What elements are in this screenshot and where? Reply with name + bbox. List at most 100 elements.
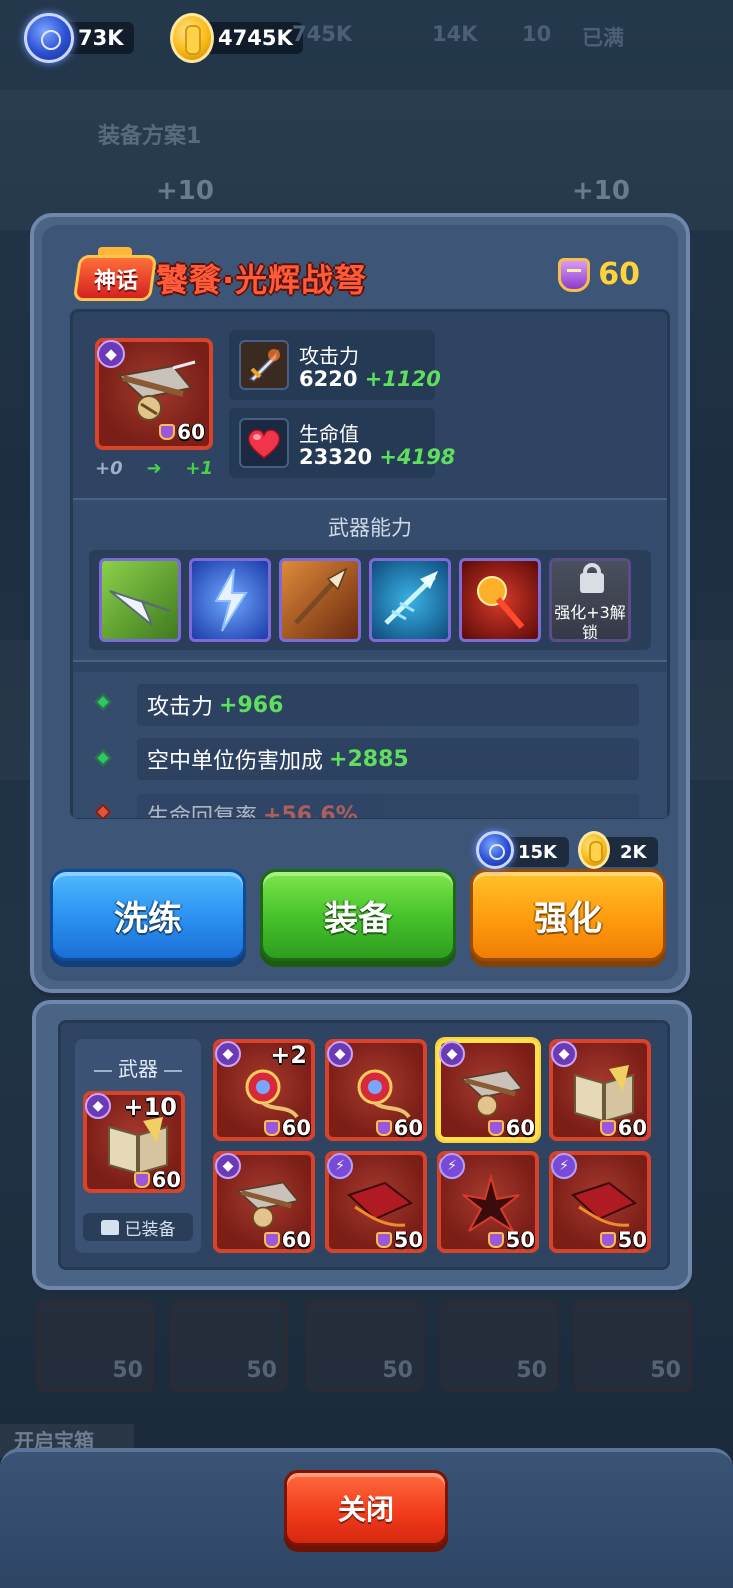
item-name: 饕餮·光辉战弩 xyxy=(156,261,368,299)
background-tile: 50 xyxy=(170,1300,288,1392)
bolt-icon: ⚡ xyxy=(439,1153,465,1179)
green-diamond-icon xyxy=(94,693,112,711)
mythic-demon-icon: ◆ xyxy=(85,1093,111,1119)
inventory-card[interactable]: ◆ +2 60 xyxy=(213,1039,315,1141)
ability-list: 强化+3解锁 xyxy=(89,550,651,650)
item-level: 60 xyxy=(558,257,640,292)
card-level: 60 xyxy=(263,1116,311,1140)
weapon-abilities-section: 武器能力 强化+3解锁 xyxy=(73,498,667,662)
background-currency: 10 xyxy=(522,22,552,46)
mini-crown-icon xyxy=(263,1120,280,1136)
background-currency: 745K xyxy=(292,22,353,46)
stat-health: 生命值 23320 +4198 xyxy=(229,408,455,478)
bolt-icon: ⚡ xyxy=(327,1153,353,1179)
rarity-badge: 神话 xyxy=(72,247,158,313)
equipped-slot-title: 武器 xyxy=(75,1053,201,1082)
gold-counter[interactable]: 4745K xyxy=(170,13,303,63)
card-level: 60 xyxy=(599,1116,647,1140)
background-band xyxy=(0,90,733,230)
enhance-gold-cost: 2K xyxy=(578,831,659,869)
crown-icon xyxy=(558,257,591,292)
stat-attack: 攻击力 6220 +1120 xyxy=(229,330,441,400)
mythic-demon-icon: ◆ xyxy=(215,1041,241,1067)
bonus-row: 空中单位伤害加成 +2885 xyxy=(137,738,639,780)
spear-skill-icon[interactable] xyxy=(279,558,361,642)
energy-gem-icon xyxy=(24,13,74,63)
card-level: 50 xyxy=(487,1228,535,1252)
item-level-value: 60 xyxy=(598,257,640,292)
rarity-label: 神话 xyxy=(93,269,138,294)
background-currency: 14K xyxy=(432,22,478,46)
enhance-button[interactable]: 强化 xyxy=(470,869,666,961)
card-level: 60 xyxy=(263,1228,311,1252)
upgrade-preview: +0 ➜ +1 xyxy=(95,458,213,479)
locked-ability-label: 强化+3解锁 xyxy=(554,603,626,642)
stat-value: 6220 +1120 xyxy=(299,367,441,391)
reforge-button[interactable]: 洗练 xyxy=(50,869,246,961)
lock-icon-body xyxy=(580,573,604,593)
background-tile: 50 xyxy=(440,1300,558,1392)
enhance-energy-cost: 15K xyxy=(476,831,569,869)
upgrade-from: +0 xyxy=(95,458,123,479)
bonus-row: 生命回复率 +56.6% xyxy=(137,794,639,818)
close-button[interactable]: 关闭 xyxy=(284,1470,448,1546)
sword-icon xyxy=(239,340,289,390)
mini-crown-icon xyxy=(487,1232,504,1248)
inventory-card-selected[interactable]: ◆ 60 xyxy=(437,1039,539,1141)
arrow-right-icon: ➜ xyxy=(146,458,162,479)
mini-crown-icon xyxy=(159,424,176,440)
card-level: 50 xyxy=(599,1228,647,1252)
ice-arrow-skill-icon[interactable] xyxy=(369,558,451,642)
inventory-card[interactable]: ◆ 60 xyxy=(213,1151,315,1253)
inventory-card[interactable]: ⚡ 50 xyxy=(549,1151,651,1253)
inventory-panel: 武器 ◆ +10 60 已装备 ◆ +2 60 ◆ 60 ◆ 60 ◆ 60 ◆… xyxy=(32,1000,692,1290)
mini-crown-icon xyxy=(599,1120,616,1136)
card-level: 50 xyxy=(375,1228,423,1252)
inventory-card[interactable]: ⚡ 50 xyxy=(437,1151,539,1253)
energy-counter[interactable]: 73K xyxy=(24,13,134,63)
inventory-body: 武器 ◆ +10 60 已装备 ◆ +2 60 ◆ 60 ◆ 60 ◆ 60 ◆… xyxy=(58,1020,670,1270)
card-level: 60 xyxy=(487,1116,535,1140)
bonus-stat-list[interactable]: 攻击力 +966 空中单位伤害加成 +2885 生命回复率 +56.6% xyxy=(73,672,667,818)
item-info-panel: ◆ 60 +0 ➜ +1 攻击力 6220 +1120 生命值 23320 +4… xyxy=(70,309,670,819)
background-tile: 50 xyxy=(574,1300,692,1392)
equipped-weapon-card[interactable]: ◆ +10 60 xyxy=(83,1091,185,1193)
equipped-tag: 已装备 xyxy=(83,1213,193,1241)
gold-coin-icon xyxy=(578,831,610,869)
background-tile: 50 xyxy=(36,1300,154,1392)
bonus-row: 攻击力 +966 xyxy=(137,684,639,726)
background-plus: +10 xyxy=(156,176,214,206)
upgrade-to: +1 xyxy=(185,458,213,479)
inventory-card[interactable]: ◆ 60 xyxy=(549,1039,651,1141)
mini-crown-icon xyxy=(599,1232,616,1248)
mythic-demon-icon: ◆ xyxy=(439,1041,465,1067)
currency-bar: 73K 4745K 745K 14K 10 已满 xyxy=(0,0,733,76)
stat-value: 23320 +4198 xyxy=(299,445,456,469)
item-detail-modal: 神话 饕餮·光辉战弩 60 ◆ 60 +0 ➜ +1 攻击力 6220 +112… xyxy=(30,213,690,993)
card-plus: +10 xyxy=(123,1093,177,1121)
card-level: 60 xyxy=(375,1116,423,1140)
green-diamond-icon xyxy=(94,749,112,767)
fire-skill-icon[interactable] xyxy=(459,558,541,642)
card-level: 60 xyxy=(133,1168,181,1192)
heart-icon xyxy=(239,418,289,468)
background-currency: 已满 xyxy=(582,26,624,50)
mini-crown-icon xyxy=(375,1232,392,1248)
mythic-demon-icon: ◆ xyxy=(327,1041,353,1067)
equip-button[interactable]: 装备 xyxy=(260,869,456,961)
lightning-skill-icon[interactable] xyxy=(189,558,271,642)
loadout-title: 装备方案1 xyxy=(98,124,202,149)
card-plus: +2 xyxy=(270,1041,307,1069)
inventory-card[interactable]: ◆ 60 xyxy=(325,1039,427,1141)
inventory-card[interactable]: ⚡ 50 xyxy=(325,1151,427,1253)
arrow-skill-icon[interactable] xyxy=(99,558,181,642)
item-card[interactable]: ◆ 60 xyxy=(95,338,213,450)
mini-crown-icon xyxy=(133,1172,150,1188)
bottom-bar: 关闭 xyxy=(0,1448,733,1588)
abilities-title: 武器能力 xyxy=(328,516,412,540)
bolt-icon: ⚡ xyxy=(551,1153,577,1179)
stat-label: 攻击力 xyxy=(299,344,359,368)
red-diamond-icon xyxy=(94,803,112,818)
locked-ability-slot[interactable]: 强化+3解锁 xyxy=(549,558,631,642)
gold-coin-icon xyxy=(170,13,214,63)
